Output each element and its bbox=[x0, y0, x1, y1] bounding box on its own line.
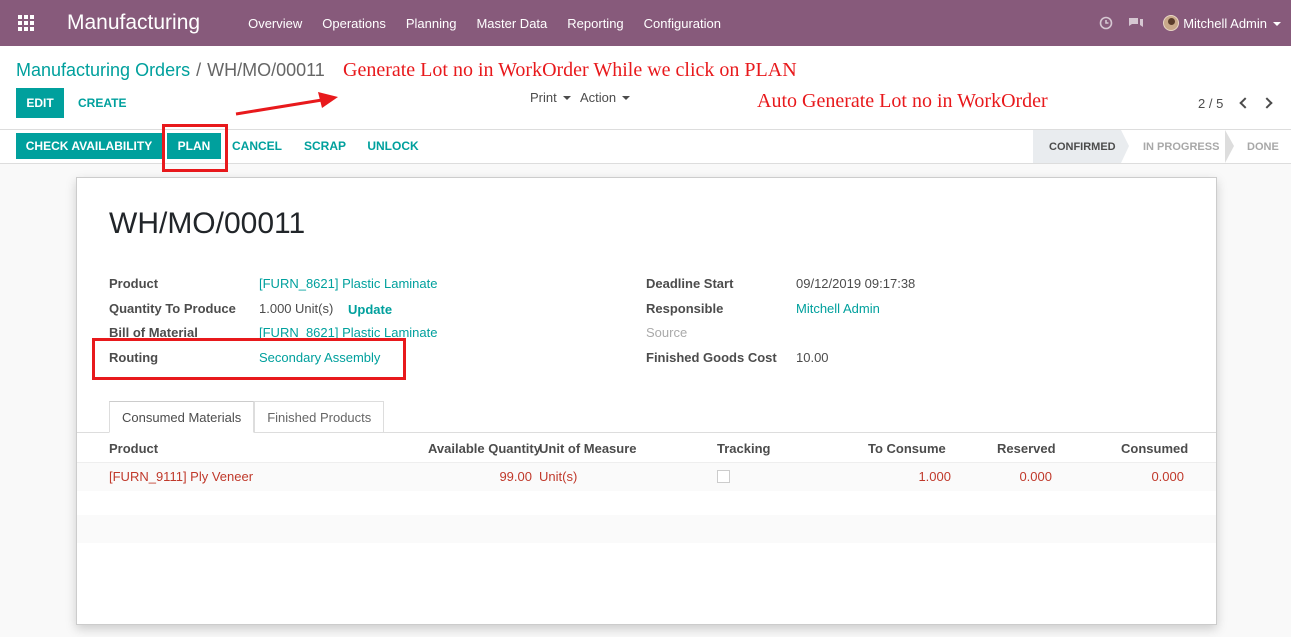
plan-highlight-box bbox=[162, 124, 228, 172]
form-sheet: WH/MO/00011 Product [FURN_8621] Plastic … bbox=[76, 177, 1217, 625]
scrap-button[interactable]: SCRAP bbox=[298, 133, 352, 159]
record-title: WH/MO/00011 bbox=[109, 207, 306, 240]
stage-confirmed[interactable]: CONFIRMED bbox=[1033, 130, 1129, 163]
user-menu[interactable]: Mitchell Admin bbox=[1183, 16, 1281, 31]
product-value[interactable]: [FURN_8621] Plastic Laminate bbox=[259, 276, 437, 291]
column-consumed[interactable]: Consumed bbox=[1121, 441, 1188, 456]
row-reserved: 0.000 bbox=[1019, 469, 1052, 484]
update-quantity-button[interactable]: Update bbox=[348, 302, 392, 317]
breadcrumb: Manufacturing Orders / WH/MO/00011 bbox=[16, 60, 325, 81]
annotation-arrow-icon bbox=[235, 92, 338, 116]
avatar[interactable] bbox=[1163, 15, 1180, 31]
create-button[interactable]: CREATE bbox=[70, 88, 134, 118]
check-availability-button[interactable]: CHECK AVAILABILITY bbox=[16, 133, 162, 159]
annotation-side: Auto Generate Lot no in WorkOrder bbox=[757, 90, 1048, 112]
responsible-value[interactable]: Mitchell Admin bbox=[796, 301, 880, 316]
row-available: 99.00 bbox=[499, 469, 532, 484]
caret-down-icon bbox=[562, 95, 571, 100]
stage-arrow-icon bbox=[1121, 130, 1129, 163]
menu-item-master-data[interactable]: Master Data bbox=[466, 16, 557, 31]
user-name: Mitchell Admin bbox=[1183, 15, 1267, 31]
tab-consumed-materials[interactable]: Consumed Materials bbox=[109, 401, 255, 433]
menu-item-reporting[interactable]: Reporting bbox=[557, 16, 633, 31]
column-product[interactable]: Product bbox=[109, 441, 158, 456]
quantity-value: 1.000 bbox=[259, 301, 292, 316]
product-label: Product bbox=[109, 276, 159, 291]
breadcrumb-separator: / bbox=[196, 60, 202, 80]
row-uom: Unit(s) bbox=[539, 469, 578, 484]
cost-label: Finished Goods Cost bbox=[646, 350, 777, 365]
action-label: Action bbox=[580, 90, 617, 105]
quantity-label: Quantity To Produce bbox=[109, 301, 236, 316]
column-tracking[interactable]: Tracking bbox=[717, 441, 770, 456]
row-to-consume: 1.000 bbox=[918, 469, 951, 484]
stage-in-progress[interactable]: IN PROGRESS bbox=[1121, 130, 1234, 163]
row-consumed: 0.000 bbox=[1151, 469, 1184, 484]
cancel-button[interactable]: CANCEL bbox=[228, 133, 286, 159]
stage-divider-icon bbox=[1225, 130, 1234, 163]
routing-highlight-box bbox=[92, 338, 406, 380]
pager-next-button[interactable] bbox=[1261, 95, 1276, 111]
unlock-button[interactable]: UNLOCK bbox=[362, 133, 424, 159]
source-label: Source bbox=[646, 325, 688, 340]
empty-table-row bbox=[77, 515, 1216, 543]
menu-item-configuration[interactable]: Configuration bbox=[634, 16, 731, 31]
column-unit-of-measure[interactable]: Unit of Measure bbox=[539, 441, 637, 456]
clock-icon[interactable] bbox=[1091, 0, 1121, 46]
tracking-checkbox bbox=[717, 470, 730, 483]
column-available-quantity[interactable]: Available Quantity bbox=[428, 441, 541, 456]
stage-done[interactable]: DONE bbox=[1225, 130, 1291, 163]
stage-bar: CONFIRMED IN PROGRESS DONE bbox=[1033, 130, 1291, 163]
menu-item-operations[interactable]: Operations bbox=[312, 16, 396, 31]
stage-done-label: DONE bbox=[1247, 140, 1279, 153]
print-dropdown[interactable]: Print bbox=[530, 90, 571, 105]
cost-value: 10.00 bbox=[796, 350, 829, 365]
menu-item-planning[interactable]: Planning bbox=[396, 16, 467, 31]
column-reserved[interactable]: Reserved bbox=[997, 441, 1056, 456]
stage-in-progress-label: IN PROGRESS bbox=[1143, 140, 1220, 153]
breadcrumb-current: WH/MO/00011 bbox=[207, 60, 325, 80]
annotation-top: Generate Lot no in WorkOrder While we cl… bbox=[343, 59, 797, 81]
pager-previous-button[interactable] bbox=[1236, 95, 1251, 111]
edit-button[interactable]: EDIT bbox=[16, 88, 64, 118]
table-row[interactable]: [FURN_9111] Ply Veneer 99.00 Unit(s) 1.0… bbox=[77, 463, 1216, 491]
deadline-value: 09/12/2019 09:17:38 bbox=[796, 276, 916, 291]
quantity-uom: Unit(s) bbox=[295, 301, 334, 316]
chat-icon[interactable] bbox=[1121, 0, 1151, 46]
action-dropdown[interactable]: Action bbox=[580, 90, 631, 105]
responsible-label: Responsible bbox=[646, 301, 724, 316]
table-header: Product Available Quantity Unit of Measu… bbox=[77, 433, 1216, 463]
app-title: Manufacturing bbox=[67, 11, 201, 34]
print-label: Print bbox=[530, 90, 557, 105]
caret-down-icon bbox=[622, 95, 631, 100]
top-navbar: Manufacturing Overview Operations Planni… bbox=[0, 0, 1291, 46]
apps-grid-icon[interactable] bbox=[0, 0, 52, 46]
chevron-right-icon bbox=[1261, 97, 1273, 109]
breadcrumb-parent[interactable]: Manufacturing Orders bbox=[16, 60, 190, 80]
row-product[interactable]: [FURN_9111] Ply Veneer bbox=[109, 469, 253, 484]
pager-value[interactable]: 2 / 5 bbox=[1198, 96, 1223, 111]
caret-down-icon bbox=[1273, 22, 1281, 27]
stage-confirmed-label: CONFIRMED bbox=[1049, 140, 1116, 153]
main-menu: Overview Operations Planning Master Data… bbox=[238, 16, 731, 31]
tab-finished-products[interactable]: Finished Products bbox=[254, 401, 385, 433]
menu-item-overview[interactable]: Overview bbox=[238, 16, 312, 31]
deadline-label: Deadline Start bbox=[646, 276, 734, 291]
column-to-consume[interactable]: To Consume bbox=[868, 441, 946, 456]
chevron-left-icon bbox=[1239, 97, 1251, 109]
notebook-tabs: Consumed Materials Finished Products bbox=[109, 401, 385, 433]
